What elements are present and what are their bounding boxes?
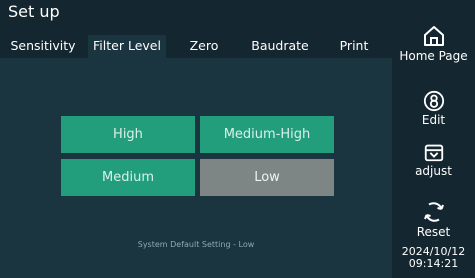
adjust-label: adjust: [415, 164, 452, 178]
adjust-icon: [424, 144, 443, 162]
filter-level-panel: High Medium-High Medium Low System Defau…: [0, 58, 392, 278]
sidebar: Home Page Edit adjust Reset 2024/10/12 0…: [392, 0, 475, 278]
home-icon: [423, 26, 444, 46]
adjust-button[interactable]: adjust: [392, 141, 475, 178]
tab-baudrate[interactable]: Baudrate: [240, 35, 320, 58]
default-setting-note: System Default Setting - Low: [137, 240, 255, 249]
page-title: Set up: [8, 2, 60, 21]
reset-label: Reset: [416, 225, 451, 239]
edit-label: Edit: [421, 113, 446, 127]
reset-icon: [423, 202, 444, 222]
tab-bar: Sensitivity Filter Level Zero Baudrate P…: [0, 35, 392, 58]
option-high[interactable]: High: [61, 116, 195, 153]
tab-filter-level[interactable]: Filter Level: [88, 35, 166, 58]
tab-sensitivity[interactable]: Sensitivity: [0, 35, 86, 58]
datetime-display: 2024/10/12 09:14:21: [392, 246, 475, 270]
home-page-label: Home Page: [399, 49, 468, 63]
tab-print[interactable]: Print: [326, 35, 382, 58]
edit-button[interactable]: Edit: [392, 90, 475, 127]
option-medium[interactable]: Medium: [61, 159, 195, 196]
tab-zero[interactable]: Zero: [178, 35, 230, 58]
time-text: 09:14:21: [408, 257, 459, 270]
option-medium-high[interactable]: Medium-High: [200, 116, 334, 153]
home-page-button[interactable]: Home Page: [392, 24, 475, 63]
edit-icon: [423, 90, 444, 112]
reset-button[interactable]: Reset: [392, 200, 475, 239]
option-low[interactable]: Low: [200, 159, 334, 196]
header-bar: Set up Sensitivity Filter Level Zero Bau…: [0, 0, 392, 58]
